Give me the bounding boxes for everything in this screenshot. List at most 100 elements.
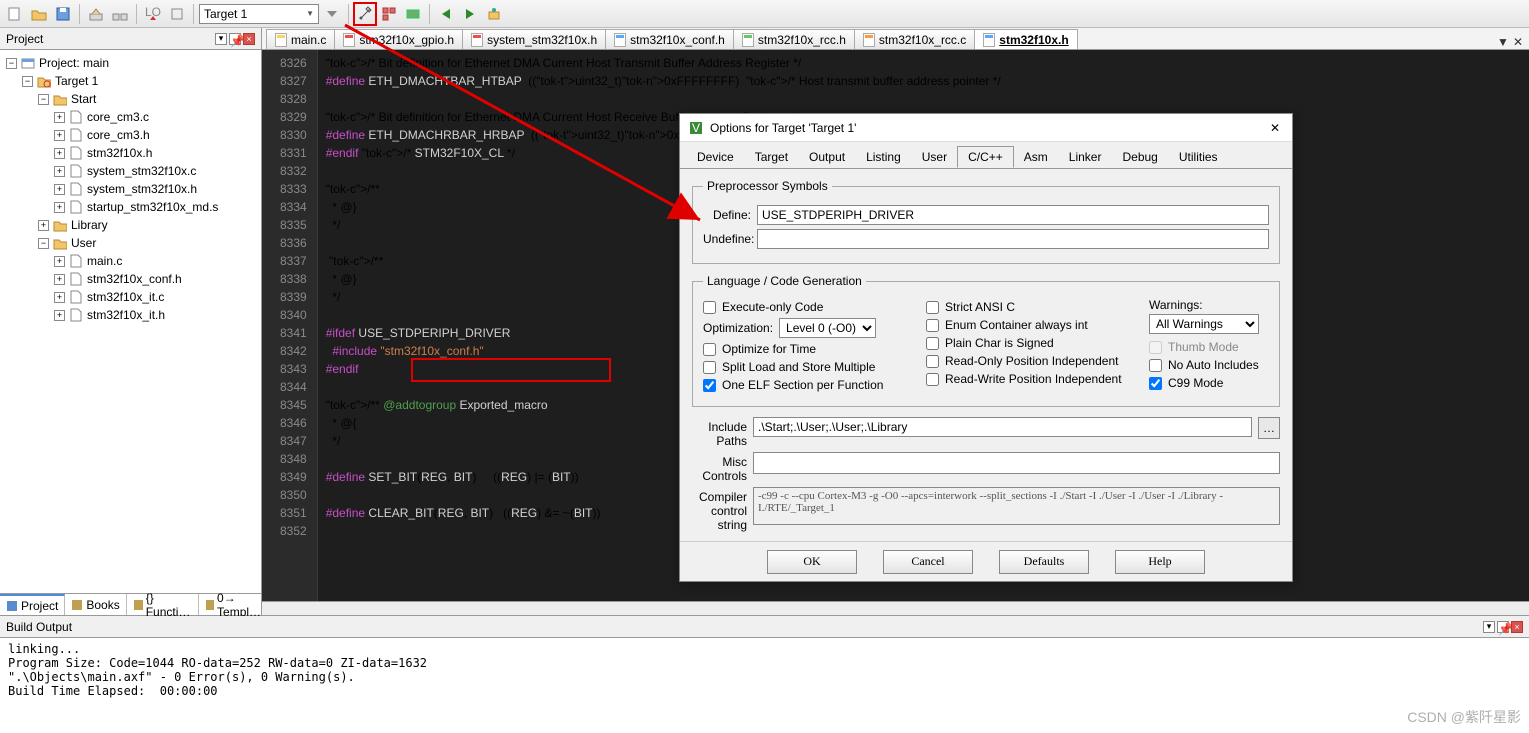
tree-file[interactable]: +system_stm32f10x.c	[0, 162, 261, 180]
tree-file[interactable]: +core_cm3.h	[0, 126, 261, 144]
dialog-tab-asm[interactable]: Asm	[1013, 146, 1059, 168]
tree-file[interactable]: +stm32f10x_conf.h	[0, 270, 261, 288]
tree-twist-icon[interactable]: +	[54, 256, 65, 267]
split-load-checkbox[interactable]	[703, 361, 716, 374]
close-icon[interactable]: ×	[1511, 621, 1523, 633]
optimization-select[interactable]: Level 0 (-O0)	[779, 318, 876, 338]
dialog-tab-listing[interactable]: Listing	[855, 146, 912, 168]
ro-pi-checkbox[interactable]	[926, 355, 939, 368]
build-output-text[interactable]: linking... Program Size: Code=1044 RO-da…	[0, 638, 1529, 720]
dialog-tab-linker[interactable]: Linker	[1058, 146, 1113, 168]
tree-twist-icon[interactable]: +	[54, 274, 65, 285]
tree-file[interactable]: +stm32f10x_it.h	[0, 306, 261, 324]
tree-file[interactable]: +system_stm32f10x.h	[0, 180, 261, 198]
file-tab[interactable]: stm32f10x.h	[974, 29, 1077, 49]
code-line[interactable]: #define ETH_DMACHTBAR_HTBAP (("tok-t">ui…	[318, 72, 1529, 90]
define-input[interactable]	[757, 205, 1269, 225]
dialog-tab-device[interactable]: Device	[686, 146, 745, 168]
load-icon[interactable]: LOAD	[142, 3, 164, 25]
stop-icon[interactable]	[459, 3, 481, 25]
dropdown-icon[interactable]: ▼	[1497, 35, 1509, 49]
manage-icon[interactable]	[378, 3, 400, 25]
one-elf-checkbox[interactable]	[703, 379, 716, 392]
erase-icon[interactable]	[166, 3, 188, 25]
c99-checkbox[interactable]	[1149, 377, 1162, 390]
rw-pi-checkbox[interactable]	[926, 373, 939, 386]
tree-root[interactable]: −Project: main	[0, 54, 261, 72]
dialog-tab-target[interactable]: Target	[744, 146, 799, 168]
target-select[interactable]: Target 1▼	[199, 4, 319, 24]
file-tab[interactable]: main.c	[266, 29, 335, 49]
dialog-tab-debug[interactable]: Debug	[1111, 146, 1168, 168]
debug-icon[interactable]	[483, 3, 505, 25]
close-icon[interactable]: ✕	[1513, 35, 1523, 49]
target-combo-dropdown-icon[interactable]	[321, 3, 343, 25]
include-paths-input[interactable]	[753, 417, 1252, 437]
bottom-tab[interactable]: 0→ Templ…	[199, 594, 271, 615]
code-line[interactable]: "tok-c">/* Bit definition for Ethernet D…	[318, 54, 1529, 72]
bottom-tab[interactable]: Books	[65, 594, 126, 615]
ok-button[interactable]: OK	[767, 550, 857, 574]
close-icon[interactable]: ×	[243, 33, 255, 45]
tree-twist-icon[interactable]: +	[54, 148, 65, 159]
tree-twist-icon[interactable]: +	[54, 310, 65, 321]
no-auto-includes-checkbox[interactable]	[1149, 359, 1162, 372]
tree-file[interactable]: +main.c	[0, 252, 261, 270]
tree-twist-icon[interactable]: −	[6, 58, 17, 69]
run-icon[interactable]	[435, 3, 457, 25]
strict-ansi-checkbox[interactable]	[926, 301, 939, 314]
open-icon[interactable]	[28, 3, 50, 25]
cancel-button[interactable]: Cancel	[883, 550, 973, 574]
misc-controls-input[interactable]	[753, 452, 1280, 474]
dialog-tab-user[interactable]: User	[911, 146, 958, 168]
project-tree[interactable]: −Project: main−Target 1−Start+core_cm3.c…	[0, 50, 261, 593]
save-icon[interactable]	[52, 3, 74, 25]
build-icon[interactable]	[85, 3, 107, 25]
rebuild-icon[interactable]	[109, 3, 131, 25]
tree-twist-icon[interactable]: +	[54, 112, 65, 123]
file-tab[interactable]: stm32f10x_conf.h	[605, 29, 734, 49]
tree-file[interactable]: +stm32f10x_it.c	[0, 288, 261, 306]
tree-file[interactable]: +stm32f10x.h	[0, 144, 261, 162]
browse-include-button[interactable]: …	[1258, 417, 1280, 439]
tree-twist-icon[interactable]: +	[54, 166, 65, 177]
pin-icon[interactable]: 📌	[229, 33, 241, 45]
exec-only-checkbox[interactable]	[703, 301, 716, 314]
dialog-tab-utilities[interactable]: Utilities	[1168, 146, 1229, 168]
tree-twist-icon[interactable]: −	[22, 76, 33, 87]
dialog-tab-cc[interactable]: C/C++	[957, 146, 1014, 168]
close-icon[interactable]: ✕	[1266, 119, 1284, 137]
options-button[interactable]	[354, 3, 376, 25]
tree-twist-icon[interactable]: +	[54, 130, 65, 141]
undefine-input[interactable]	[757, 229, 1269, 249]
tree-group-start[interactable]: −Start	[0, 90, 261, 108]
dialog-titlebar[interactable]: V Options for Target 'Target 1' ✕	[680, 114, 1292, 142]
bottom-tab[interactable]: {} Functi…	[127, 594, 200, 615]
dropdown-icon[interactable]: ▾	[1483, 621, 1495, 633]
plain-char-checkbox[interactable]	[926, 337, 939, 350]
tree-group-user[interactable]: −User	[0, 234, 261, 252]
pin-icon[interactable]: 📌	[1497, 621, 1509, 633]
tree-twist-icon[interactable]: +	[54, 292, 65, 303]
dropdown-icon[interactable]: ▾	[215, 33, 227, 45]
tree-twist-icon[interactable]: +	[38, 220, 49, 231]
tree-target[interactable]: −Target 1	[0, 72, 261, 90]
warnings-select[interactable]: All Warnings	[1149, 314, 1259, 334]
tree-twist-icon[interactable]: −	[38, 94, 49, 105]
defaults-button[interactable]: Defaults	[999, 550, 1089, 574]
editor-h-scrollbar[interactable]	[262, 601, 1529, 615]
opt-time-checkbox[interactable]	[703, 343, 716, 356]
file-tab[interactable]: stm32f10x_gpio.h	[334, 29, 463, 49]
file-tab[interactable]: system_stm32f10x.h	[462, 29, 606, 49]
dialog-tab-output[interactable]: Output	[798, 146, 856, 168]
config-icon[interactable]	[402, 3, 424, 25]
help-button[interactable]: Help	[1115, 550, 1205, 574]
enum-int-checkbox[interactable]	[926, 319, 939, 332]
tree-twist-icon[interactable]: +	[54, 184, 65, 195]
tree-twist-icon[interactable]: +	[54, 202, 65, 213]
tree-file[interactable]: +core_cm3.c	[0, 108, 261, 126]
tree-file[interactable]: +startup_stm32f10x_md.s	[0, 198, 261, 216]
tree-group-library[interactable]: +Library	[0, 216, 261, 234]
bottom-tab[interactable]: Project	[0, 594, 65, 615]
new-icon[interactable]	[4, 3, 26, 25]
